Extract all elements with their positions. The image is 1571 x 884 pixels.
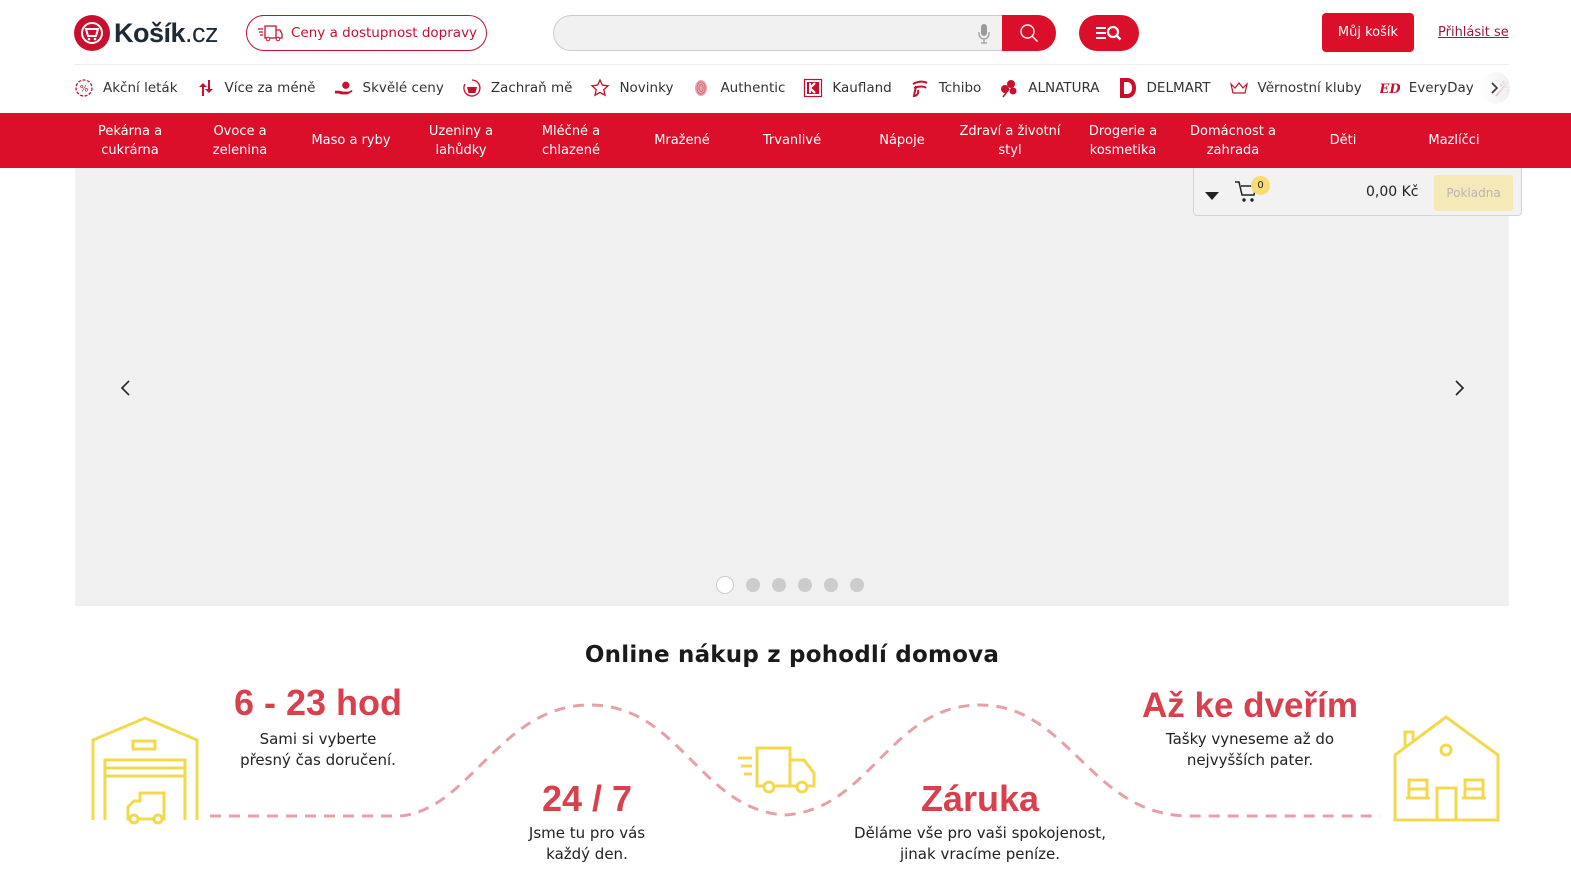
brand-item-novinky[interactable]: Novinky (590, 78, 673, 98)
percent-badge-icon: % (74, 78, 94, 98)
warehouse-icon (91, 716, 199, 825)
carousel-next-button[interactable] (1448, 373, 1472, 403)
category-pekarna[interactable]: Pekárna a cukrárna (75, 113, 185, 168)
fingerprint-icon (691, 78, 711, 98)
carousel-prev-button[interactable] (113, 373, 137, 403)
brand-item-vernostni-kluby[interactable]: Věrnostní kluby (1229, 78, 1362, 98)
carousel-dot-5[interactable] (824, 578, 838, 592)
alnatura-logo-icon (999, 78, 1019, 98)
logo-text: Košík.cz (114, 17, 219, 48)
truck-icon (258, 25, 283, 42)
benefit-heading-hours: 6 - 23 hod (233, 682, 403, 723)
microphone-icon[interactable] (977, 23, 991, 49)
benefit-heading-nonstop: 24 / 7 (541, 778, 633, 819)
tchibo-logo-icon (910, 78, 930, 98)
brand-bar: % Akční leták Více za méně Skvělé ceny Z… (74, 72, 1509, 104)
category-mazlicci[interactable]: Mazlíčci (1399, 113, 1509, 168)
carousel-dot-6[interactable] (850, 578, 864, 592)
login-link[interactable]: Přihlásit se (1438, 25, 1509, 40)
category-trvanlive[interactable]: Trvanlivé (737, 113, 847, 168)
checkout-button[interactable]: Pokladna (1434, 175, 1513, 211)
everyday-logo-icon: ED (1380, 78, 1400, 98)
star-icon (590, 78, 610, 98)
caret-down-icon (1205, 192, 1219, 200)
chevron-left-icon (120, 380, 130, 396)
list-search-button[interactable] (1079, 15, 1139, 51)
brand-item-tchibo[interactable]: Tchibo (910, 78, 981, 98)
category-uzeniny[interactable]: Uzeniny a lahůdky (406, 113, 516, 168)
brand-item-vice-za-mene[interactable]: Více za méně (196, 78, 316, 98)
chevron-right-icon (1455, 380, 1465, 396)
carousel-dot-4[interactable] (798, 578, 812, 592)
kaufland-logo-icon (803, 78, 823, 98)
brand-scroll-next-button[interactable] (1480, 72, 1510, 104)
benefit-text-hours: Sami si vyberte přesný čas doručení. (240, 730, 396, 769)
house-icon (1393, 715, 1500, 822)
category-mlecne[interactable]: Mléčné a chlazené (516, 113, 626, 168)
category-napoje[interactable]: Nápoje (847, 113, 957, 168)
delmart-logo-icon (1118, 78, 1138, 98)
brand-item-everyday[interactable]: ED EveryDay (1380, 78, 1474, 98)
brand-item-authentic[interactable]: Authentic (691, 78, 785, 98)
brand-item-delmart[interactable]: DELMART (1118, 78, 1211, 98)
basket-rescue-icon (462, 78, 482, 98)
svg-text:%: % (80, 85, 89, 95)
hand-coin-icon (334, 78, 354, 98)
benefit-text-nonstop: Jsme tu pro vás každý den. (528, 824, 646, 863)
category-ovoce[interactable]: Ovoce a zelenina (185, 113, 295, 168)
hero-carousel (75, 168, 1509, 606)
benefits-title: Online nákup z pohodlí domova (584, 642, 1000, 668)
delivery-prices-button[interactable]: Ceny a dostupnost dopravy (246, 15, 487, 51)
benefit-text-door: Tašky vyneseme až do nejvyšších pater. (1165, 730, 1335, 769)
brand-item-alnatura[interactable]: ALNATURA (999, 78, 1100, 98)
benefit-heading-door: Až ke dveřím (1142, 686, 1358, 725)
category-zdravi[interactable]: Zdraví a životní styl (955, 113, 1065, 168)
brand-item-akcni-letak[interactable]: % Akční leták (74, 78, 178, 98)
delivery-truck-icon (738, 746, 816, 794)
my-cart-button[interactable]: Můj košík (1322, 13, 1414, 52)
cart-logo-icon (74, 15, 110, 51)
arrows-up-down-icon (196, 78, 216, 98)
category-deti[interactable]: Děti (1288, 113, 1398, 168)
benefit-heading-guarantee: Záruka (920, 778, 1040, 819)
category-nav: Pekárna a cukrárna Ovoce a zelenina Maso… (0, 113, 1571, 168)
search-input[interactable] (553, 15, 1002, 51)
cart-total: 0,00 Kč (1366, 184, 1419, 200)
benefit-text-guarantee: Děláme vše pro vaši spokojenost, jinak v… (854, 824, 1106, 863)
brand-item-kaufland[interactable]: Kaufland (803, 78, 892, 98)
delivery-prices-label: Ceny a dostupnost dopravy (291, 25, 478, 41)
search-icon (1020, 24, 1038, 42)
search-button[interactable] (1002, 15, 1056, 51)
category-mrazene[interactable]: Mražené (627, 113, 737, 168)
chevron-right-icon (1491, 82, 1499, 94)
carousel-dot-3[interactable] (772, 578, 786, 592)
cart-count-badge: 0 (1251, 176, 1270, 195)
search-bar (553, 15, 1056, 51)
category-domacnost[interactable]: Domácnost a zahrada (1178, 113, 1288, 168)
list-search-icon (1096, 25, 1122, 41)
svg-text:ED: ED (1380, 82, 1400, 97)
cart-summary-widget: 0 0,00 Kč Pokladna (1193, 168, 1522, 216)
cart-expand-toggle[interactable] (1204, 186, 1220, 205)
category-maso[interactable]: Maso a ryby (296, 113, 406, 168)
brand-item-skvele-ceny[interactable]: Skvělé ceny (334, 78, 444, 98)
carousel-dots (716, 576, 876, 594)
carousel-dot-2[interactable] (746, 578, 760, 592)
logo[interactable]: Košík.cz (74, 14, 219, 52)
header-divider (74, 64, 1509, 65)
category-drogerie[interactable]: Drogerie a kosmetika (1068, 113, 1178, 168)
carousel-dot-1[interactable] (716, 576, 734, 594)
brand-item-zachran-me[interactable]: Zachraň mě (462, 78, 572, 98)
crown-icon (1229, 78, 1249, 98)
